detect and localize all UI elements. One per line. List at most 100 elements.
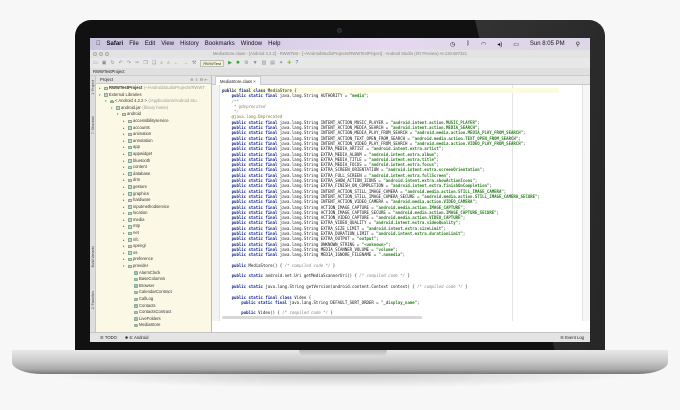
undo-icon[interactable]: ↶: [119, 60, 123, 66]
expand-arrow-icon[interactable]: ▸: [123, 204, 126, 211]
tree-item[interactable]: BaseColumns: [96, 276, 211, 283]
tree-item[interactable]: ▸ location: [96, 210, 211, 217]
minimize-window-button[interactable]: [99, 52, 103, 56]
android-tool-button[interactable]: ✱ 6: Android: [125, 333, 149, 342]
sync-icon[interactable]: ↻: [110, 60, 114, 66]
tree-item[interactable]: ContactsContract: [96, 309, 211, 316]
tool-window-favorites[interactable]: 2: Favorites: [91, 291, 95, 309]
tree-item[interactable]: ▸ database: [96, 171, 211, 178]
expand-arrow-icon[interactable]: ▸: [123, 230, 126, 237]
zoom-window-button[interactable]: [105, 52, 109, 56]
expand-arrow-icon[interactable]: ▸: [123, 171, 126, 178]
todo-tool-button[interactable]: ☰ TODO: [100, 333, 117, 342]
expand-arrow-icon[interactable]: ▸: [123, 184, 126, 191]
paste-icon[interactable]: ❏: [152, 60, 156, 66]
horizontal-scrollbar[interactable]: [222, 316, 422, 319]
find-icon[interactable]: ⌕: [160, 60, 163, 66]
tree-item[interactable]: Browser: [96, 283, 211, 290]
tree-item[interactable]: ▸ graphics: [96, 191, 211, 198]
tree-item[interactable]: ▸ hardware: [96, 197, 211, 204]
time-machine-icon[interactable]: ◷: [450, 41, 455, 48]
expand-arrow-icon[interactable]: ▸: [123, 191, 126, 198]
collapse-arrow-icon[interactable]: ▾: [105, 98, 108, 105]
tree-item[interactable]: CallLog: [96, 296, 211, 303]
clock[interactable]: Sun 8:05 PM: [530, 41, 565, 48]
expand-arrow-icon[interactable]: ▸: [123, 125, 126, 132]
collapse-arrow-icon[interactable]: ▾: [111, 105, 114, 112]
expand-arrow-icon[interactable]: ▸: [123, 144, 126, 151]
volume-icon[interactable]: ◂): [497, 41, 502, 48]
make-project-icon[interactable]: ⚒: [192, 60, 196, 66]
tree-item[interactable]: ▾ android: [96, 111, 211, 118]
tree-item[interactable]: ▸ appwidget: [96, 151, 211, 158]
expand-arrow-icon[interactable]: ▸: [123, 151, 126, 158]
tree-item[interactable]: ▸ annotation: [96, 138, 211, 145]
expand-arrow-icon[interactable]: ▸: [99, 85, 102, 92]
attach-debugger-icon[interactable]: ⚙: [244, 60, 248, 66]
spotlight-search-icon[interactable]: ⚲: [576, 41, 580, 48]
tree-item[interactable]: ▸ media: [96, 217, 211, 224]
tree-item[interactable]: ▸ os: [96, 250, 211, 257]
tree-item[interactable]: ▸ animation: [96, 131, 211, 138]
cut-icon[interactable]: ✂: [135, 60, 139, 66]
tree-item[interactable]: AlarmClock: [96, 270, 211, 277]
collapse-arrow-icon[interactable]: ▾: [99, 92, 102, 99]
sdk-manager-icon[interactable]: ▼: [253, 60, 258, 66]
tree-item[interactable]: ▾ < Android 4.2.2 > (/Applications/Androi…: [96, 98, 211, 105]
tree-item[interactable]: Contacts: [96, 303, 211, 310]
breadcrumb[interactable]: RWWTestProject: [93, 69, 125, 74]
tree-item[interactable]: ▾ android.jar (library home): [96, 105, 211, 112]
tool-window-structure[interactable]: 7: Structure: [91, 116, 95, 134]
panel-settings-icon[interactable]: ⊕ ⇳ ⚙ ⇤: [190, 76, 208, 83]
menu-view[interactable]: View: [161, 41, 174, 47]
expand-arrow-icon[interactable]: ▸: [123, 250, 126, 257]
expand-arrow-icon[interactable]: ▸: [123, 131, 126, 138]
tab-mediastore-class[interactable]: MediaStore.class ×: [215, 76, 261, 85]
replace-icon[interactable]: ⌕: [167, 60, 170, 66]
collapse-arrow-icon[interactable]: ▾: [123, 263, 126, 270]
tree-item[interactable]: ▸ RWWTestProject (~/AndroidStudioProjects…: [96, 85, 211, 92]
forward-icon[interactable]: →: [183, 60, 188, 66]
expand-arrow-icon[interactable]: ▸: [123, 223, 126, 230]
tree-item[interactable]: ▸ mtp: [96, 223, 211, 230]
bluetooth-icon[interactable]: ᛒ: [466, 41, 470, 48]
ddms-icon[interactable]: ✦: [279, 60, 283, 66]
menu-window[interactable]: Window: [241, 41, 262, 47]
tree-item[interactable]: LiveFolders: [96, 316, 211, 323]
tree-item[interactable]: ▸ gesture: [96, 184, 211, 191]
android-icon[interactable]: ✚: [287, 60, 291, 66]
expand-arrow-icon[interactable]: ▸: [123, 256, 126, 263]
project-structure-icon[interactable]: ▤: [270, 60, 275, 66]
wifi-icon[interactable]: ◠: [481, 41, 486, 48]
tree-item[interactable]: ▸ accounts: [96, 125, 211, 132]
tree-item[interactable]: ▸ net: [96, 230, 211, 237]
expand-arrow-icon[interactable]: ▸: [123, 237, 126, 244]
redo-icon[interactable]: ↷: [127, 60, 131, 66]
error-stripe[interactable]: [582, 85, 590, 321]
copy-icon[interactable]: ❐: [143, 60, 147, 66]
expand-arrow-icon[interactable]: ▸: [123, 164, 126, 171]
tree-item[interactable]: ▸ nfc: [96, 237, 211, 244]
menu-help[interactable]: Help: [268, 41, 280, 47]
expand-arrow-icon[interactable]: ▸: [123, 210, 126, 217]
expand-arrow-icon[interactable]: ▸: [123, 243, 126, 250]
menu-safari[interactable]: Safari: [107, 41, 124, 47]
menu-bookmarks[interactable]: Bookmarks: [205, 41, 235, 47]
code-area[interactable]: public final class MediaStore { public s…: [212, 85, 590, 321]
avd-manager-icon[interactable]: ▥: [262, 60, 267, 66]
close-window-button[interactable]: [93, 52, 97, 56]
tree-item[interactable]: ▸ drm: [96, 177, 211, 184]
tree-item[interactable]: ▸ content: [96, 164, 211, 171]
tool-window-build-variants[interactable]: Build Variants: [91, 246, 95, 267]
expand-arrow-icon[interactable]: ▸: [123, 217, 126, 224]
tool-window-project[interactable]: 1: Project: [91, 80, 95, 95]
tree-item[interactable]: MediaStore: [96, 322, 211, 329]
menu-file[interactable]: File: [129, 41, 139, 47]
debug-icon[interactable]: ✹: [236, 60, 240, 66]
tree-item[interactable]: CalendarContract: [96, 289, 211, 296]
expand-arrow-icon[interactable]: ▸: [123, 118, 126, 125]
menu-history[interactable]: History: [180, 41, 199, 47]
run-config-selector[interactable]: RWWTest: [200, 59, 225, 67]
open-icon[interactable]: ▭: [93, 60, 98, 66]
tree-item[interactable]: ▸ accessibilityservice: [96, 118, 211, 125]
